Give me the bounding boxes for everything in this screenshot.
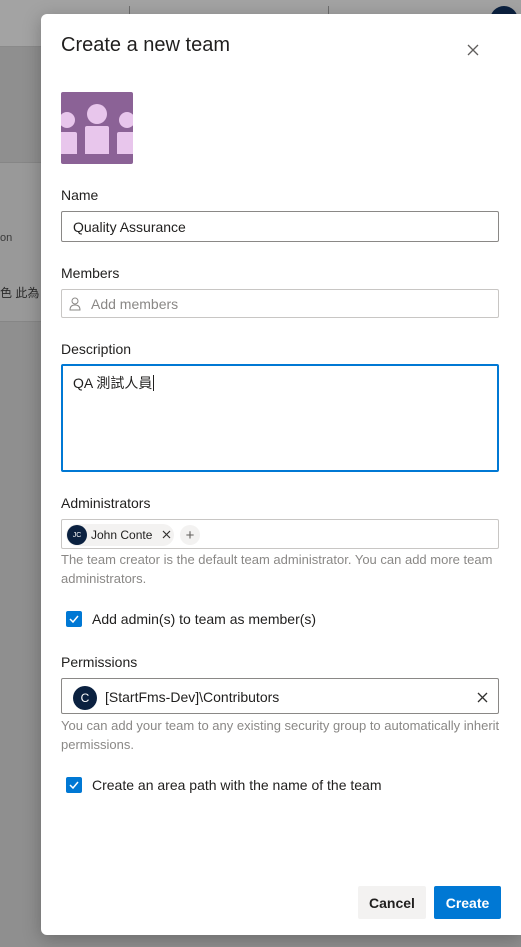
name-input[interactable]: Quality Assurance bbox=[61, 211, 499, 242]
background-text: 色 此為 bbox=[0, 286, 40, 300]
description-textarea[interactable]: QA 測試人員 bbox=[61, 364, 499, 472]
permissions-input[interactable]: C [StartFms-Dev]\Contributors bbox=[61, 678, 499, 714]
permissions-value: [StartFms-Dev]\Contributors bbox=[105, 689, 280, 705]
cancel-button[interactable]: Cancel bbox=[358, 886, 426, 919]
close-icon bbox=[477, 692, 487, 702]
add-admins-label: Add admin(s) to team as member(s) bbox=[92, 611, 317, 627]
admin-chip: JC John Conte bbox=[66, 524, 174, 546]
add-icon: + bbox=[185, 526, 195, 544]
description-label: Description bbox=[61, 341, 132, 357]
permissions-help: You can add your team to any existing se… bbox=[61, 718, 500, 752]
administrators-input[interactable]: JC John Conte + bbox=[61, 519, 499, 549]
administrators-help: The team creator is the default team adm… bbox=[61, 552, 493, 586]
checkmark-icon bbox=[69, 615, 79, 623]
close-button[interactable] bbox=[461, 38, 485, 62]
clear-permissions-button[interactable] bbox=[472, 687, 492, 707]
members-placeholder: Add members bbox=[91, 296, 179, 312]
avatar: JC bbox=[67, 525, 87, 545]
background-text: on bbox=[0, 232, 13, 244]
remove-icon bbox=[162, 530, 170, 538]
remove-admin-button[interactable] bbox=[159, 527, 173, 541]
team-image[interactable] bbox=[61, 92, 133, 164]
description-value: QA 測試人員 bbox=[73, 375, 155, 391]
checkmark-icon bbox=[69, 781, 79, 789]
create-team-dialog: Create a new team Name Quality Assurance… bbox=[41, 14, 521, 935]
add-admins-checkbox[interactable] bbox=[66, 611, 82, 627]
admin-chip-name: John Conte bbox=[91, 528, 153, 542]
members-input[interactable]: Add members bbox=[61, 289, 499, 318]
add-admin-button[interactable]: + bbox=[180, 525, 200, 545]
text-caret bbox=[153, 375, 155, 391]
close-icon bbox=[467, 44, 479, 56]
area-path-checkbox[interactable] bbox=[66, 777, 82, 793]
name-value: Quality Assurance bbox=[73, 219, 186, 235]
permissions-label: Permissions bbox=[61, 654, 138, 670]
team-group-icon bbox=[61, 104, 133, 154]
area-path-label: Create an area path with the name of the… bbox=[92, 777, 382, 793]
name-label: Name bbox=[61, 187, 99, 203]
person-icon bbox=[69, 297, 81, 311]
avatar: C bbox=[73, 686, 97, 710]
create-button[interactable]: Create bbox=[434, 886, 501, 919]
administrators-label: Administrators bbox=[61, 495, 151, 511]
members-label: Members bbox=[61, 265, 120, 281]
dialog-title: Create a new team bbox=[61, 34, 230, 56]
